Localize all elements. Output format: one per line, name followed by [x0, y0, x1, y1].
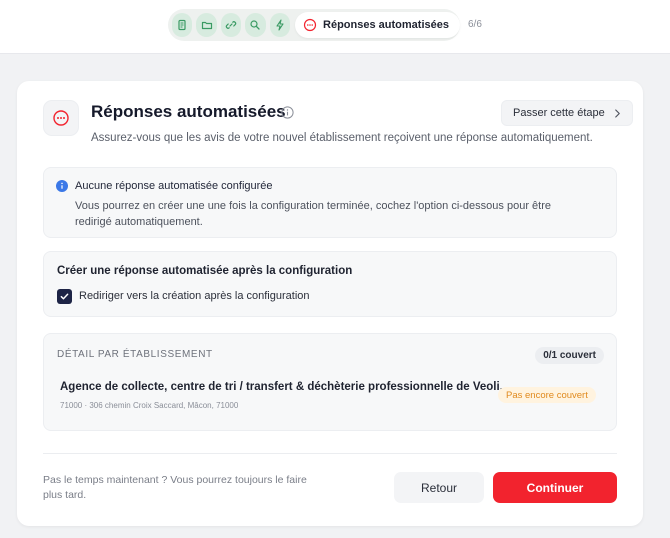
- link-icon: [225, 21, 237, 29]
- folder-icon: [201, 21, 212, 30]
- step-lightning[interactable]: [269, 13, 291, 37]
- stepper: Réponses automatisées: [168, 9, 460, 41]
- skip-step-label: Passer cette étape: [513, 107, 605, 119]
- detail-box-title: DÉTAIL PAR ÉTABLISSEMENT: [57, 349, 213, 360]
- checkmark-icon: [60, 293, 69, 300]
- step-folder[interactable]: [196, 13, 217, 37]
- step-active-label: Réponses automatisées: [323, 19, 449, 31]
- step-search[interactable]: [245, 13, 266, 37]
- info-icon[interactable]: [281, 106, 294, 119]
- option-box-title: Créer une réponse automatisée après la c…: [57, 265, 353, 277]
- info-icon: [56, 180, 68, 192]
- redirect-checkbox[interactable]: [57, 289, 72, 304]
- coverage-count-badge: 0/1 couvert: [535, 347, 604, 364]
- chat-icon: [53, 110, 69, 126]
- skip-step-button[interactable]: Passer cette étape: [501, 100, 633, 126]
- step-documents[interactable]: [172, 13, 193, 37]
- document-icon: [178, 19, 186, 31]
- step-active-auto-replies[interactable]: Réponses automatisées: [295, 12, 460, 38]
- top-bar: Réponses automatisées 6/6: [0, 0, 670, 54]
- main-card: Réponses automatisées Passer cette étape…: [17, 81, 643, 526]
- option-box: Créer une réponse automatisée après la c…: [43, 251, 617, 317]
- establishment-address: 71000 · 306 chemin Croix Saccard, Mâcon,…: [60, 401, 239, 410]
- page-subtitle: Assurez-vous que les avis de votre nouve…: [91, 132, 593, 144]
- footer-note: Pas le temps maintenant ? Vous pourrez t…: [43, 474, 307, 501]
- step-counter: 6/6: [468, 19, 482, 30]
- info-box-title: Aucune réponse automatisée configurée: [75, 180, 273, 192]
- search-icon: [250, 20, 261, 30]
- chevron-right-icon: [614, 108, 620, 118]
- detail-box: DÉTAIL PAR ÉTABLISSEMENT 0/1 couvert Age…: [43, 333, 617, 431]
- lightning-icon: [276, 19, 284, 31]
- footer-divider: [43, 453, 617, 454]
- chat-icon: [303, 18, 317, 32]
- info-box-body: Vous pourrez en créer une une fois la co…: [75, 200, 551, 228]
- page-title: Réponses automatisées: [91, 102, 286, 121]
- status-badge: Pas encore couvert: [498, 387, 596, 403]
- redirect-checkbox-label[interactable]: Rediriger vers la création après la conf…: [79, 290, 310, 302]
- establishment-name: Agence de collecte, centre de tri / tran…: [60, 381, 510, 393]
- step-link[interactable]: [220, 13, 242, 37]
- info-box: Aucune réponse automatisée configurée Vo…: [43, 167, 617, 238]
- back-button[interactable]: Retour: [394, 472, 484, 503]
- header-icon-container: [43, 100, 79, 136]
- continue-button[interactable]: Continuer: [493, 472, 617, 503]
